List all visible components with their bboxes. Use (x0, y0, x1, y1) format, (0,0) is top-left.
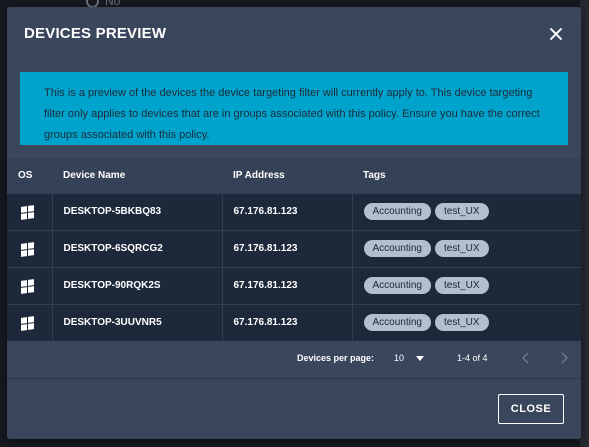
os-cell (7, 304, 52, 341)
footer-divider (7, 378, 581, 379)
column-header-os: OS (18, 169, 33, 181)
windows-icon (21, 205, 34, 220)
rows-per-page-select[interactable]: 10 (394, 353, 425, 363)
tags-cell: Accounting test_UX (351, 267, 581, 304)
rows-per-page-value: 10 (394, 353, 405, 363)
os-cell (7, 193, 52, 230)
tag-badge: test_UX (434, 203, 489, 220)
table-pagination: Devices per page: 10 1-4 of 4 (7, 344, 581, 374)
os-cell (7, 267, 52, 304)
table-row: DESKTOP-3UUVNR5 67.176.81.123 Accounting… (7, 304, 581, 341)
close-button[interactable]: CLOSE (498, 394, 564, 424)
caret-down-icon (416, 355, 425, 361)
modal-title: DEVICES PREVIEW (24, 25, 167, 42)
windows-icon (21, 242, 34, 257)
tag-badge: test_UX (434, 314, 489, 332)
tag-badge: test_UX (434, 240, 489, 257)
close-icon[interactable] (547, 25, 565, 43)
table-row: DESKTOP-5BKBQ83 67.176.81.123 Accounting… (7, 193, 581, 230)
page-range-text: 1-4 of 4 (457, 353, 488, 363)
tags-cell: Accounting test_UX (351, 230, 581, 267)
device-name-cell: DESKTOP-6SQRCG2 (51, 230, 222, 267)
devices-preview-modal: DEVICES PREVIEW This is a preview of the… (7, 7, 581, 439)
table-header-row: OS Device Name IP Address Tags (7, 158, 581, 193)
modal-header: DEVICES PREVIEW (7, 7, 581, 60)
info-banner: This is a preview of the devices the dev… (20, 72, 568, 145)
column-header-ip-address: IP Address (233, 169, 285, 181)
tag-badge: test_UX (434, 277, 489, 294)
ip-address-cell: 67.176.81.123 (221, 267, 352, 304)
column-header-device-name: Device Name (63, 169, 126, 181)
tag-badge: Accounting (363, 240, 431, 257)
rows-per-page-label: Devices per page: (297, 353, 375, 363)
windows-icon (21, 279, 34, 294)
device-name-cell: DESKTOP-3UUVNR5 (51, 304, 222, 341)
column-header-tags: Tags (363, 169, 386, 181)
windows-icon (21, 316, 34, 332)
tags-cell: Accounting test_UX (351, 193, 581, 230)
table-row: DESKTOP-6SQRCG2 67.176.81.123 Accounting… (7, 230, 581, 267)
os-cell (7, 230, 52, 267)
next-page-icon[interactable] (556, 352, 568, 364)
device-name-cell: DESKTOP-5BKBQ83 (51, 193, 222, 230)
tag-badge: Accounting (363, 277, 431, 294)
previous-page-icon[interactable] (522, 352, 534, 364)
ip-address-cell: 67.176.81.123 (221, 304, 352, 341)
device-name-cell: DESKTOP-90RQK2S (51, 267, 222, 304)
backdrop-panel (580, 0, 589, 447)
devices-table: OS Device Name IP Address Tags DESKTOP-5… (7, 158, 581, 341)
tag-badge: Accounting (363, 314, 431, 332)
ip-address-cell: 67.176.81.123 (221, 230, 352, 267)
table-row: DESKTOP-90RQK2S 67.176.81.123 Accounting… (7, 267, 581, 304)
ip-address-cell: 67.176.81.123 (221, 193, 352, 230)
tag-badge: Accounting (363, 203, 431, 220)
tags-cell: Accounting test_UX (351, 304, 581, 341)
